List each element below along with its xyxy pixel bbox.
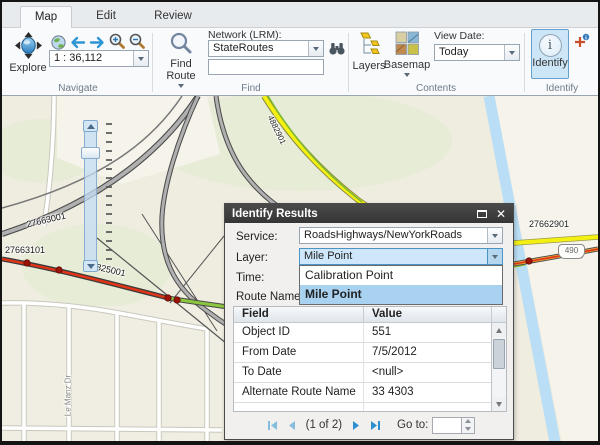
ribbon: Explore: [2, 28, 598, 95]
magnifier-icon: [169, 31, 193, 58]
column-header-field: Field: [234, 307, 364, 322]
map-scale-combobox[interactable]: 1 : 36,112: [49, 50, 149, 67]
route-input[interactable]: [208, 59, 324, 75]
group-separator: [524, 33, 525, 92]
identify-results-dialog: Identify Results ✕ Service: RoadsHighway…: [224, 203, 514, 440]
page-status: (1 of 2): [306, 419, 342, 431]
map-canvas[interactable]: 27663001 27663101 27825001 27662901 4882…: [2, 95, 598, 441]
service-label: Service:: [236, 231, 278, 243]
application-window: Map Edit Review Explore: [0, 0, 600, 445]
explore-button[interactable]: Explore: [7, 32, 49, 74]
ribbon-tabbar: Map Edit Review: [2, 2, 598, 28]
layer-dropdown-list: Calibration Point Mile Point: [299, 265, 503, 305]
search-routes-button[interactable]: [328, 41, 346, 59]
layer-label: Layer:: [236, 252, 268, 264]
layers-button[interactable]: Layers: [352, 31, 386, 72]
tab-review[interactable]: Review: [140, 6, 206, 28]
find-route-button[interactable]: Find Route: [164, 31, 198, 88]
layers-icon: [357, 31, 381, 60]
network-lrm-combobox[interactable]: StateRoutes: [208, 40, 324, 57]
view-date-combobox[interactable]: Today: [434, 44, 520, 61]
dropdown-option-calibration-point[interactable]: Calibration Point: [300, 266, 502, 285]
goto-label: Go to:: [397, 419, 428, 431]
tab-map[interactable]: Map: [20, 6, 72, 29]
pagination-bar: (1 of 2) Go to:: [225, 414, 513, 436]
basemap-button[interactable]: Basemap: [384, 31, 430, 77]
map-zoom-slider[interactable]: [82, 120, 104, 272]
scroll-down-icon[interactable]: [492, 397, 506, 411]
maximize-icon[interactable]: [477, 210, 487, 218]
group-label-identify: Identify: [526, 83, 598, 94]
table-header: Field Value: [234, 307, 506, 323]
ribbon-group-find: Find Route Network (LRM): StateRoutes: [154, 28, 348, 95]
time-label: Time:: [236, 272, 264, 284]
zoom-slider-track[interactable]: [84, 120, 97, 272]
first-page-button[interactable]: [266, 419, 279, 432]
view-date-label: View Date:: [434, 30, 485, 42]
group-separator: [348, 33, 349, 92]
zoom-slider-up-button[interactable]: [83, 120, 98, 132]
service-combobox[interactable]: RoadsHighways/NewYorkRoads: [299, 227, 503, 244]
route-label-27662901: 27662901: [529, 219, 569, 229]
basemap-icon: [395, 31, 420, 59]
ribbon-group-identify: i Identify Identify: [526, 28, 598, 95]
chevron-down-icon[interactable]: [504, 45, 519, 60]
dropdown-option-mile-point[interactable]: Mile Point: [300, 285, 502, 304]
group-label-navigate: Navigate: [6, 83, 150, 94]
scrollbar-thumb[interactable]: [493, 339, 505, 369]
chevron-down-icon: [404, 73, 410, 77]
layer-combobox[interactable]: Mile Point: [299, 248, 503, 265]
zoom-slider-ticks: [106, 123, 112, 261]
zoom-slider-down-button[interactable]: [83, 260, 98, 272]
goto-spinner[interactable]: [462, 417, 475, 434]
group-separator: [152, 33, 153, 92]
previous-page-button[interactable]: [285, 419, 298, 432]
chevron-down-icon[interactable]: [308, 41, 323, 56]
street-label-le-manz-dr: Le Manz Dr: [64, 366, 73, 426]
identify-button[interactable]: i Identify: [531, 29, 569, 79]
last-page-button[interactable]: [369, 419, 382, 432]
dialog-titlebar[interactable]: Identify Results ✕: [225, 204, 513, 223]
route-name-label: Route Name:: [236, 291, 304, 303]
goto-page-input[interactable]: [432, 417, 462, 434]
identify-icon: i: [539, 34, 562, 57]
table-row: To Date <null>: [234, 363, 491, 383]
table-row: Object ID 551: [234, 323, 491, 343]
close-icon[interactable]: ✕: [496, 209, 506, 219]
highway-shield-490: 490: [558, 244, 585, 259]
zoom-slider-thumb[interactable]: [81, 147, 100, 159]
group-label-find: Find: [154, 83, 348, 94]
route-label-27663101: 27663101: [5, 245, 45, 255]
ribbon-group-contents: Layers Basemap View Date:: [350, 28, 522, 95]
table-row: Alternate Route Name 33 4303: [234, 383, 491, 403]
chevron-down-icon[interactable]: [487, 228, 502, 243]
dialog-title: Identify Results: [225, 208, 477, 220]
tab-edit[interactable]: Edit: [74, 6, 138, 28]
table-row: From Date 7/5/2012: [234, 343, 491, 363]
chevron-down-icon[interactable]: [487, 249, 502, 264]
binoculars-icon: [328, 41, 346, 59]
scroll-up-icon[interactable]: [492, 323, 506, 337]
ribbon-group-navigate: Explore: [6, 28, 150, 95]
route-location-tool-icon: [572, 33, 590, 53]
next-page-button[interactable]: [350, 419, 363, 432]
explore-icon: [15, 32, 42, 62]
column-header-value: Value: [364, 307, 491, 322]
chevron-down-icon[interactable]: [133, 51, 148, 66]
group-label-contents: Contents: [350, 83, 522, 94]
identify-route-locations-button[interactable]: [572, 33, 590, 53]
table-scrollbar[interactable]: [491, 323, 506, 411]
attributes-table: Field Value Object ID 551 From Date 7/5/…: [233, 306, 507, 412]
table-row: [234, 403, 491, 412]
